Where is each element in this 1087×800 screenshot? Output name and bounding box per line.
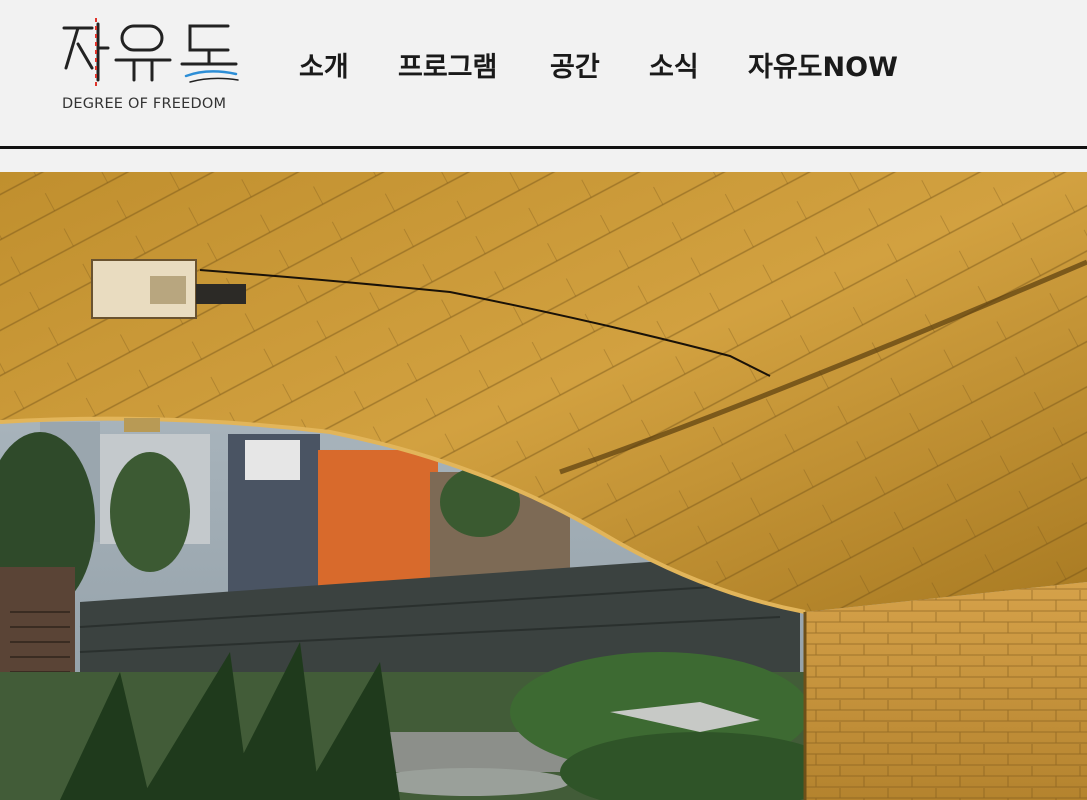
hero-image — [0, 172, 1087, 800]
bridge-photo-icon — [0, 172, 1087, 800]
nav-item-space[interactable]: 공간 — [550, 48, 600, 88]
header-divider — [0, 146, 1087, 149]
logo-subtitle: DEGREE OF FREEDOM — [62, 96, 227, 112]
nav-item-programs[interactable]: 프로그램 — [398, 48, 497, 88]
nav-item-now[interactable]: 자유도NOW — [748, 48, 898, 88]
site-logo[interactable]: DEGREE OF FREEDOM — [58, 14, 248, 118]
nav-item-about[interactable]: 소개 — [299, 48, 349, 88]
nav-item-news[interactable]: 소식 — [649, 48, 699, 88]
logo-wordmark-icon — [62, 18, 239, 86]
site-header: DEGREE OF FREEDOM 소개 프로그램 공간 소식 자유도NOW — [0, 0, 1087, 146]
